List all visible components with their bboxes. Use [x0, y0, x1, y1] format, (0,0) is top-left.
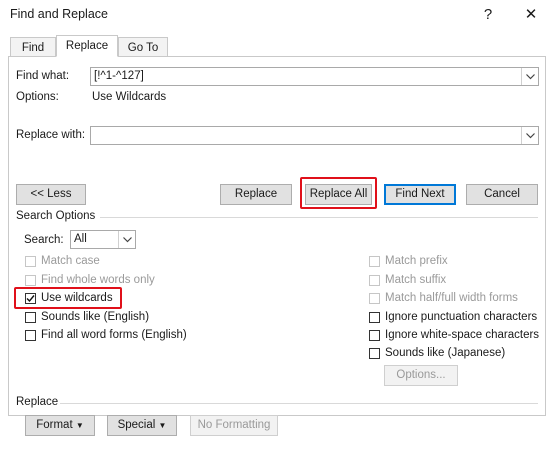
search-direction-value: All — [74, 233, 87, 245]
special-button-label: Special — [117, 419, 156, 431]
special-button[interactable]: Special ▼ — [107, 415, 177, 436]
tab-replace[interactable]: Replace — [56, 35, 118, 57]
find-whole-words-label: Find whole words only — [41, 274, 155, 286]
checkmark-icon — [26, 295, 35, 303]
help-button[interactable]: ? — [477, 4, 499, 26]
find-all-word-forms-label: Find all word forms (English) — [41, 329, 187, 341]
close-icon: ✕ — [524, 6, 538, 23]
ignore-white-space-checkbox[interactable] — [369, 330, 380, 341]
match-suffix-label: Match suffix — [385, 274, 447, 286]
find-whole-words-checkbox[interactable] — [25, 275, 36, 286]
ignore-punctuation-label: Ignore punctuation characters — [385, 311, 538, 323]
less-button[interactable]: << Less — [16, 184, 86, 205]
find-next-button[interactable]: Find Next — [384, 184, 456, 205]
chevron-down-icon[interactable] — [118, 231, 135, 248]
caret-down-icon: ▼ — [158, 421, 167, 430]
match-suffix-checkbox[interactable] — [369, 275, 380, 286]
tab-replace-label: Replace — [65, 40, 109, 52]
replace-with-input[interactable] — [90, 126, 539, 145]
match-half-full-width-label: Match half/full width forms — [385, 292, 518, 304]
sounds-like-english-label: Sounds like (English) — [41, 311, 150, 323]
format-button-label: Format — [36, 419, 73, 431]
chevron-down-icon[interactable] — [521, 68, 538, 85]
use-wildcards-checkbox[interactable] — [25, 293, 36, 304]
window-title: Find and Replace — [10, 7, 108, 21]
replace-section-divider — [60, 403, 538, 404]
replace-with-label: Replace with: — [16, 129, 86, 141]
options-label: Options: — [16, 91, 59, 103]
tab-go-to-label: Go To — [127, 42, 159, 54]
sounds-like-japanese-label: Sounds like (Japanese) — [385, 347, 506, 359]
find-what-label: Find what: — [16, 70, 70, 82]
sounds-like-japanese-checkbox[interactable] — [369, 348, 380, 359]
sounds-like-english-checkbox[interactable] — [25, 312, 36, 323]
find-what-value: [!^1-^127] — [94, 70, 144, 82]
no-formatting-button[interactable]: No Formatting — [190, 415, 278, 436]
match-half-full-width-checkbox[interactable] — [369, 293, 380, 304]
ignore-punctuation-checkbox[interactable] — [369, 312, 380, 323]
search-options-divider — [100, 217, 538, 218]
tab-find[interactable]: Find — [10, 37, 56, 57]
options-value: Use Wildcards — [92, 91, 167, 103]
find-all-word-forms-checkbox[interactable] — [25, 330, 36, 341]
find-what-input[interactable]: [!^1-^127] — [90, 67, 539, 86]
search-direction-label: Search: — [24, 234, 64, 246]
close-button[interactable]: ✕ — [520, 4, 542, 26]
ignore-white-space-label: Ignore white-space characters — [385, 329, 540, 341]
search-direction-select[interactable]: All — [70, 230, 136, 249]
tab-find-label: Find — [21, 42, 45, 54]
caret-down-icon: ▼ — [75, 421, 84, 430]
match-case-label: Match case — [41, 255, 100, 267]
replace-button[interactable]: Replace — [220, 184, 292, 205]
use-wildcards-label: Use wildcards — [41, 292, 113, 304]
replace-all-button[interactable]: Replace All — [305, 184, 372, 205]
match-prefix-label: Match prefix — [385, 255, 448, 267]
tab-go-to[interactable]: Go To — [118, 37, 168, 57]
match-case-checkbox[interactable] — [25, 256, 36, 267]
format-button[interactable]: Format ▼ — [25, 415, 95, 436]
replace-section-heading: Replace — [16, 396, 59, 408]
match-prefix-checkbox[interactable] — [369, 256, 380, 267]
cancel-button[interactable]: Cancel — [466, 184, 538, 205]
chevron-down-icon[interactable] — [521, 127, 538, 144]
search-options-heading: Search Options — [16, 210, 96, 222]
options-button[interactable]: Options... — [384, 365, 458, 386]
